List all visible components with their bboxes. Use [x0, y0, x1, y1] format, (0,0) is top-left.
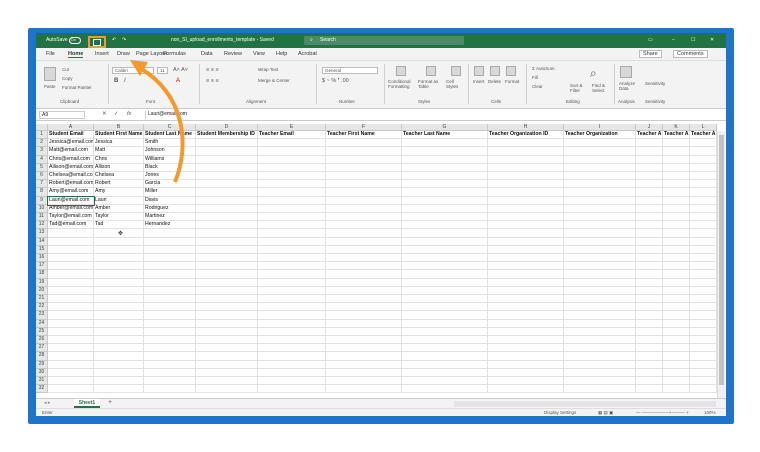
selected-cell[interactable]: Lauri@email.com — [47, 195, 95, 206]
callout-arrow-icon — [130, 60, 185, 183]
